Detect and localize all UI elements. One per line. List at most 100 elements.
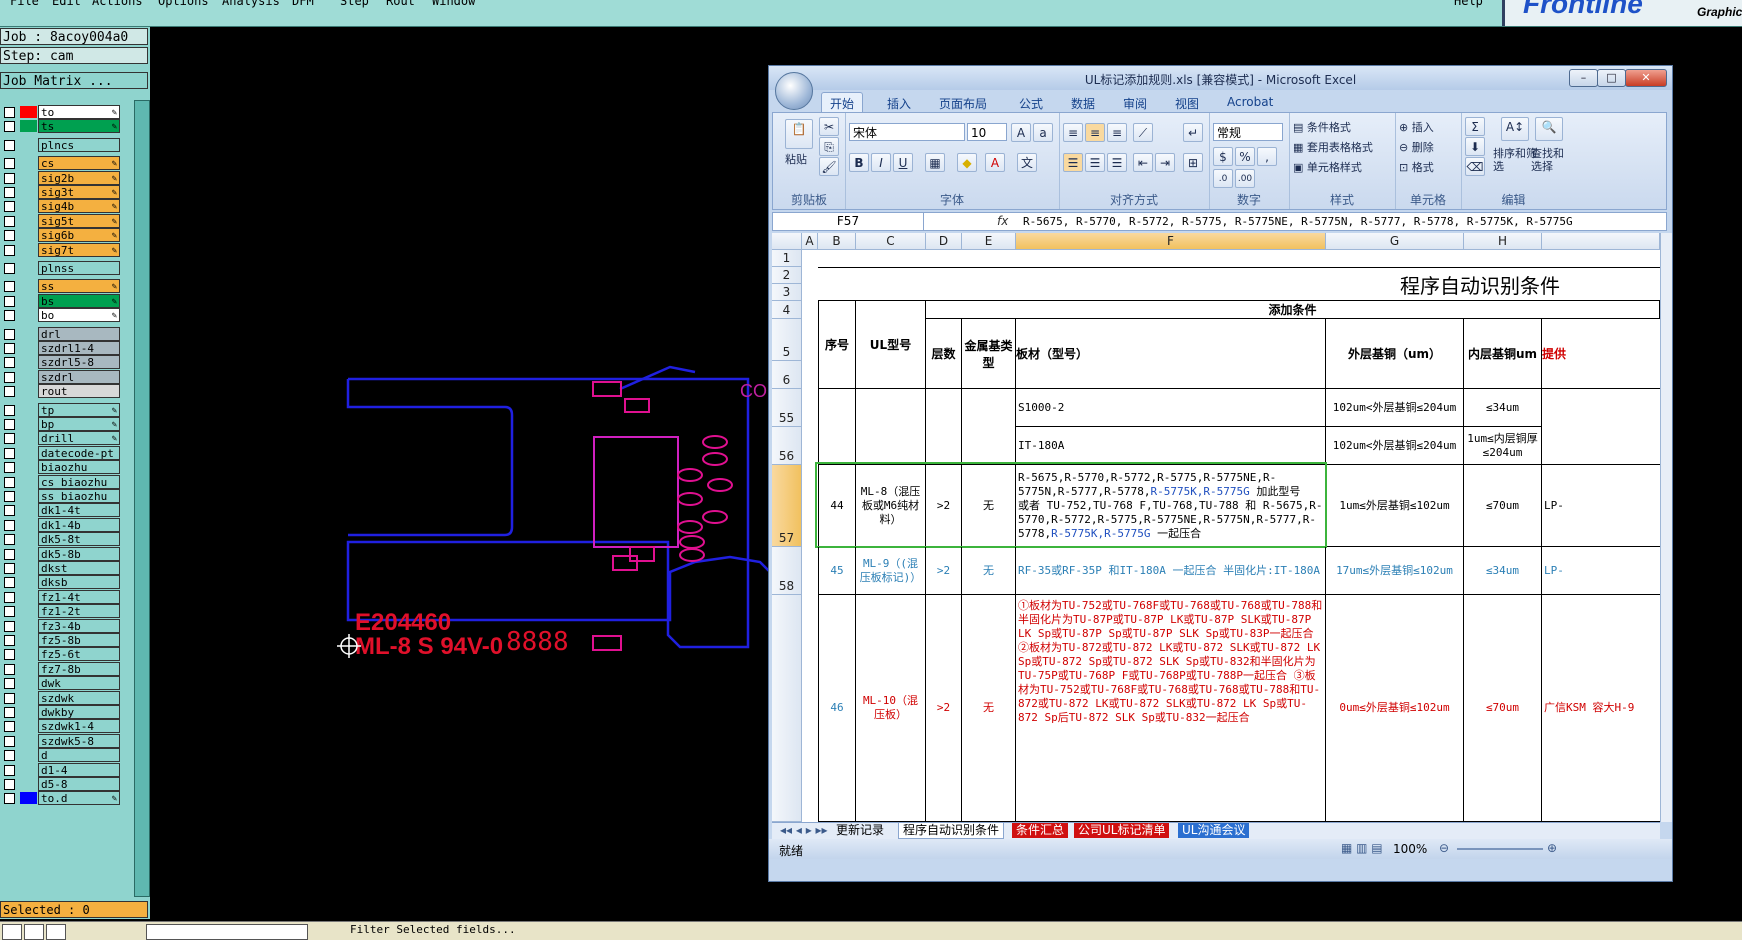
layer-checkbox[interactable] <box>4 158 15 170</box>
paste-label[interactable]: 粘贴 <box>785 151 807 167</box>
layer-row-drill[interactable]: drill ✎ <box>2 431 122 446</box>
layer-row-fz5-6t[interactable]: fz5-6t <box>2 647 122 662</box>
indent-icon[interactable]: ⇤ <box>1133 153 1153 172</box>
header-add-condition[interactable]: 添加条件 <box>926 301 1660 319</box>
cell-i57[interactable]: LP- <box>1542 465 1660 547</box>
row-header-3[interactable]: 3 <box>772 284 802 301</box>
align-top-icon[interactable]: ≡ <box>1063 123 1083 142</box>
header-material[interactable]: 板材（型号） <box>1016 319 1326 389</box>
tab-acrobat[interactable]: Acrobat <box>1227 95 1273 109</box>
layer-name[interactable]: bs ✎ <box>38 293 120 308</box>
formula-input[interactable]: R-5675, R-5770, R-5772, R-5775, R-5775NE… <box>1023 213 1573 230</box>
font-color-icon[interactable]: A <box>985 153 1005 172</box>
row-header-2[interactable]: 2 <box>772 267 802 284</box>
cell-f55[interactable]: S1000-2 <box>1016 389 1326 427</box>
layer-checkbox[interactable] <box>4 187 15 198</box>
vertical-scrollbar[interactable] <box>1660 233 1672 822</box>
layer-name[interactable]: sig3t ✎ <box>38 185 120 199</box>
tab-data[interactable]: 数据 <box>1071 95 1095 112</box>
layer-checkbox[interactable] <box>4 491 15 502</box>
layer-name[interactable]: szdwk5-8 <box>38 733 120 748</box>
menu-actions[interactable]: Actions <box>92 0 143 8</box>
layer-name[interactable]: tp ✎ <box>38 402 120 417</box>
layer-checkbox[interactable] <box>4 244 15 256</box>
layer-checkbox[interactable] <box>4 519 15 531</box>
layer-name[interactable]: fz1-4t <box>38 589 120 604</box>
layer-name[interactable]: dk1-4b <box>38 517 120 532</box>
layer-name[interactable]: biaozhu <box>38 460 120 475</box>
menu-file[interactable]: File <box>10 0 39 8</box>
layer-checkbox[interactable] <box>4 139 15 151</box>
layer-checkbox[interactable] <box>4 462 15 474</box>
layer-name[interactable]: dk5-8t <box>38 532 120 547</box>
layer-name[interactable]: ts ✎ <box>38 119 120 134</box>
col-header-e[interactable]: E <box>962 233 1016 250</box>
layer-name[interactable]: to ✎ <box>38 105 120 119</box>
zoom-slider[interactable] <box>1457 848 1543 850</box>
layer-name[interactable]: fz5-6t <box>38 647 120 662</box>
layer-checkbox[interactable] <box>4 121 15 133</box>
layer-row-plncs[interactable]: plncs <box>2 137 122 152</box>
decrease-decimal-icon[interactable]: .00 <box>1235 169 1255 188</box>
cut-icon[interactable]: ✂ <box>819 117 839 136</box>
layer-row-ts[interactable]: ts ✎ <box>2 119 122 134</box>
layer-checkbox[interactable] <box>4 230 15 242</box>
layer-name[interactable]: szdrl <box>38 369 120 384</box>
layer-row-fz1-2t[interactable]: fz1-2t <box>2 604 122 619</box>
layer-name[interactable]: szdwk1-4 <box>38 719 120 734</box>
col-header-i[interactable] <box>1542 233 1660 250</box>
layer-row-dk5-8b[interactable]: dk5-8b <box>2 546 122 561</box>
sort-icon[interactable]: A↕ <box>1501 117 1529 141</box>
layer-checkbox[interactable] <box>4 215 15 227</box>
cell-b59[interactable]: 46 <box>818 595 856 822</box>
cell-d57[interactable]: >2 <box>926 465 962 547</box>
sheet-tab-ul-meeting[interactable]: UL沟通会议 <box>1178 823 1250 838</box>
layer-row-fz7-8b[interactable]: fz7-8b <box>2 661 122 676</box>
currency-icon[interactable]: $ <box>1213 147 1233 166</box>
menu-dfm[interactable]: DFM <box>292 0 314 8</box>
cell-h59[interactable]: ≤70um <box>1464 595 1542 822</box>
menu-step[interactable]: Step <box>340 0 369 8</box>
cell-h57[interactable]: ≤70um <box>1464 465 1542 547</box>
layer-row-sig3t[interactable]: sig3t ✎ <box>2 185 122 199</box>
grow-font-icon[interactable]: A <box>1011 123 1031 142</box>
layer-checkbox[interactable] <box>4 779 15 790</box>
layer-row-d5-8[interactable]: d5-8 <box>2 777 122 791</box>
layer-checkbox[interactable] <box>4 692 15 704</box>
layer-name[interactable]: dk5-8b <box>38 546 120 561</box>
layer-row-datecode-pt[interactable]: datecode-pt <box>2 445 122 460</box>
layer-row-szdrl[interactable]: szdrl <box>2 369 122 384</box>
layer-checkbox[interactable] <box>4 750 15 762</box>
layer-row-dwk[interactable]: dwk <box>2 676 122 691</box>
layer-checkbox[interactable] <box>4 310 15 322</box>
delete-cells-button[interactable]: ⊖ 删除 <box>1399 139 1434 155</box>
maximize-button[interactable]: □ <box>1597 69 1626 87</box>
layer-row-dkst[interactable]: dkst <box>2 561 122 575</box>
layer-checkbox[interactable] <box>4 793 15 805</box>
layer-name[interactable]: sig2b ✎ <box>38 170 120 185</box>
autosum-icon[interactable]: Σ <box>1465 117 1485 136</box>
number-format-box[interactable]: 常规 <box>1213 123 1283 141</box>
cell-c59[interactable]: ML-10（混压板） <box>856 595 926 822</box>
header-ul-model[interactable]: UL型号 <box>856 301 926 389</box>
cell-g58[interactable]: 17um≤外层基铜≤102um <box>1326 547 1464 595</box>
status-button-2[interactable] <box>24 924 44 940</box>
paste-icon[interactable]: 📋 <box>785 119 813 149</box>
minimize-button[interactable]: – <box>1569 69 1598 87</box>
layer-checkbox[interactable] <box>4 620 15 632</box>
tab-view[interactable]: 视图 <box>1175 95 1199 112</box>
align-bottom-icon[interactable]: ≡ <box>1107 123 1127 142</box>
cell-b57[interactable]: 44 <box>818 465 856 547</box>
cell-h58[interactable]: ≤34um <box>1464 547 1542 595</box>
menu-rout[interactable]: Rout <box>386 0 415 8</box>
cell-f56[interactable]: IT-180A <box>1016 427 1326 465</box>
shrink-font-icon[interactable]: a <box>1033 123 1053 142</box>
layer-checkbox[interactable] <box>4 447 15 459</box>
insert-cells-button[interactable]: ⊕ 插入 <box>1399 119 1434 135</box>
layer-row-dwkby[interactable]: dwkby <box>2 705 122 719</box>
col-header-b[interactable]: B <box>818 233 856 250</box>
cell-f59[interactable]: ①板材为TU-752或TU-768F或TU-768或TU-768或TU-788和… <box>1016 595 1326 822</box>
header-no[interactable]: 序号 <box>818 301 856 389</box>
percent-icon[interactable]: % <box>1235 147 1255 166</box>
layer-name[interactable]: rout <box>38 384 120 399</box>
